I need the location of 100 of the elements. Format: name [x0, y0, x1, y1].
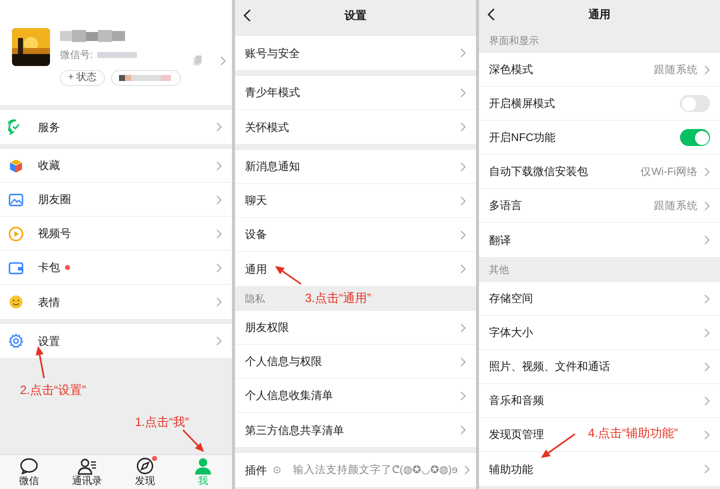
item-label: 开启横屏模式 [489, 96, 555, 111]
settings-item[interactable]: 照片、视频、文件和通话 [479, 350, 720, 384]
chevron-icon [460, 122, 466, 132]
chevron-icon [220, 56, 226, 66]
menu-item[interactable]: 卡包 [0, 251, 232, 285]
toggle-switch[interactable] [680, 129, 710, 146]
item-label: 音乐和音频 [489, 394, 544, 408]
settings-item[interactable]: 聊天 [235, 184, 476, 218]
item-label: 聊天 [245, 194, 267, 208]
tab[interactable]: 通讯录 [58, 455, 116, 489]
toggle-switch[interactable] [680, 95, 710, 112]
chevron-icon [216, 160, 222, 170]
settings-item[interactable]: 个人信息与权限 [235, 345, 476, 379]
settings-item[interactable]: 通用 [235, 252, 476, 286]
chevron-icon [460, 88, 466, 98]
chevron-icon [216, 122, 222, 132]
settings-item[interactable]: 辅助功能 [479, 452, 720, 486]
smiley-icon [8, 294, 24, 310]
arrow [36, 346, 45, 378]
blurred-name [60, 30, 126, 42]
settings-item[interactable]: 字体大小 [479, 316, 720, 350]
settings-item[interactable]: 开启NFC功能 [479, 121, 720, 155]
item-value: 跟随系统 [654, 62, 698, 76]
instruction-text: 1.点击“我” [135, 414, 189, 431]
settings-item[interactable]: 关怀模式 [235, 110, 476, 144]
compass-icon [135, 457, 155, 475]
back-icon[interactable] [487, 8, 495, 20]
chevron-icon [460, 48, 466, 58]
settings-item[interactable]: 朋友权限 [235, 311, 476, 345]
tab[interactable]: 微信 [0, 455, 58, 489]
settings-item[interactable]: 存储空间 [479, 282, 720, 316]
chevron-icon [460, 322, 466, 332]
item-label: 设置 [38, 334, 60, 348]
item-value: 输入法支持颜文字了ᕦ(◍✪◡✪◍)ɘ [293, 463, 458, 477]
chevron-icon [704, 200, 710, 210]
chevron-icon [704, 166, 710, 176]
chevron-icon [216, 262, 222, 272]
chevron-icon [704, 64, 710, 74]
person-list-icon [77, 457, 97, 475]
chevron-icon [464, 465, 470, 475]
item-label: 深色模式 [489, 63, 533, 77]
page-title: 通用 [588, 8, 610, 22]
wallet-icon [8, 260, 24, 276]
menu-item[interactable]: 视频号 [0, 217, 232, 251]
section-header: 界面和显示 [489, 34, 539, 48]
item-value: 仅Wi-Fi网络 [640, 164, 698, 178]
item-label: 账号与安全 [245, 46, 300, 60]
settings-item[interactable]: 深色模式 跟随系统 [479, 53, 720, 87]
chevron-icon [704, 362, 710, 372]
menu-item[interactable]: 服务 [0, 110, 232, 144]
play-circle-icon [8, 226, 24, 242]
settings-item[interactable]: 多语言 跟随系统 [479, 189, 720, 223]
item-label: 存储空间 [489, 292, 533, 306]
settings-item[interactable]: 第三方信息共享清单 [235, 413, 476, 447]
settings-item[interactable]: 插件 输入法支持颜文字了ᕦ(◍✪◡✪◍)ɘ [235, 453, 476, 487]
chevron-icon [216, 297, 222, 307]
settings-item[interactable]: 开启横屏模式 [479, 87, 720, 121]
item-label: 表情 [38, 296, 60, 310]
menu-item[interactable]: 朋友圈 [0, 183, 232, 217]
page-title: 设置 [344, 8, 366, 22]
settings-item[interactable]: 设备 [235, 218, 476, 252]
blurred-status[interactable] [110, 70, 181, 86]
settings-item[interactable]: 个人信息收集清单 [235, 379, 476, 413]
item-label: 第三方信息共享清单 [245, 424, 344, 438]
chevron-icon [460, 356, 466, 366]
menu-item[interactable]: 收藏 [0, 149, 232, 183]
chevron-icon [460, 390, 466, 400]
id-label: 微信号: [60, 49, 93, 62]
gear-icon [273, 466, 281, 474]
settings-item[interactable]: 账号与安全 [235, 36, 476, 70]
chevron-icon [216, 336, 222, 346]
item-label: 个人信息收集清单 [245, 389, 333, 403]
settings-item[interactable]: 翻译 [479, 223, 720, 257]
chevron-icon [704, 464, 710, 474]
settings-item[interactable]: 新消息通知 [235, 150, 476, 184]
settings-icon [8, 333, 24, 349]
item-label: 自动下载微信安装包 [489, 164, 588, 179]
menu-item[interactable]: 设置 [0, 324, 232, 358]
chevron-icon [460, 162, 466, 172]
item-value: 跟随系统 [654, 198, 698, 212]
item-label: 个人信息与权限 [245, 355, 322, 369]
menu-item[interactable]: 表情 [0, 285, 232, 319]
item-label: 多语言 [489, 198, 522, 213]
item-label: 卡包 [38, 261, 60, 275]
chevron-icon [460, 196, 466, 206]
settings-item[interactable]: 青少年模式 [235, 76, 476, 110]
item-label: 开启NFC功能 [489, 130, 556, 145]
item-label: 发现页管理 [489, 428, 544, 442]
chevron-icon [460, 425, 466, 435]
tab[interactable]: 发现 [116, 455, 174, 489]
chevron-icon [704, 396, 710, 406]
item-label: 设备 [245, 228, 267, 242]
chevron-icon [460, 230, 466, 240]
settings-item[interactable]: 音乐和音频 [479, 384, 720, 418]
chevron-icon [704, 328, 710, 338]
status-button[interactable]: + 状态 [60, 70, 105, 86]
back-icon[interactable] [243, 8, 251, 22]
section-header: 隐私 [245, 292, 265, 306]
settings-item[interactable]: 自动下载微信安装包 仅Wi-Fi网络 [479, 155, 720, 189]
item-label: 字体大小 [489, 326, 533, 340]
